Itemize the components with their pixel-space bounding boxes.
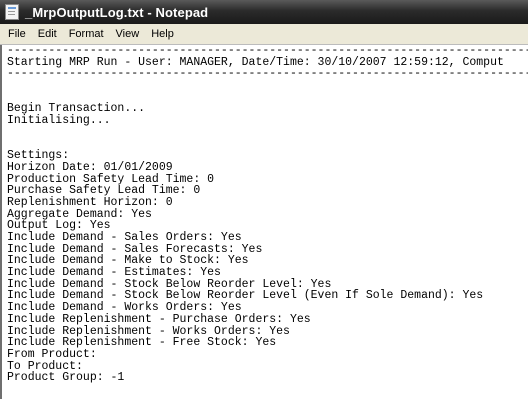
menu-format[interactable]: Format [63,24,110,44]
text-line: Include Demand - Sales Orders: Yes [7,231,242,244]
text-line [7,127,528,139]
text-line: Include Demand - Estimates: Yes [7,266,221,280]
text-line: Initialising... [7,114,111,128]
text-line: Include Replenishment - Purchase Orders:… [7,312,311,326]
text-line: Horizon Date: 01/01/2009 [7,160,173,174]
menu-file[interactable]: File [0,24,32,44]
menu-bar: File Edit Format View Help [0,24,528,45]
text-line: ----------------------------------------… [7,67,528,81]
notepad-icon[interactable] [5,4,19,20]
menu-view[interactable]: View [110,24,146,44]
window-title: _MrpOutputLog.txt - Notepad [25,4,209,20]
document-text[interactable]: ----------------------------------------… [7,45,528,384]
menu-help[interactable]: Help [145,24,180,44]
text-editor-area[interactable]: ----------------------------------------… [0,45,528,399]
text-line: From Product: [7,347,97,361]
text-line: Replenishment Horizon: 0 [7,195,173,209]
title-bar[interactable]: _MrpOutputLog.txt - Notepad [0,0,528,24]
notepad-window: _MrpOutputLog.txt - Notepad File Edit Fo… [0,0,528,399]
menu-edit[interactable]: Edit [32,24,63,44]
text-line [7,139,528,151]
text-line [7,80,528,92]
text-line: Product Group: -1 [7,371,125,385]
text-line: ----------------------------------------… [7,45,528,57]
